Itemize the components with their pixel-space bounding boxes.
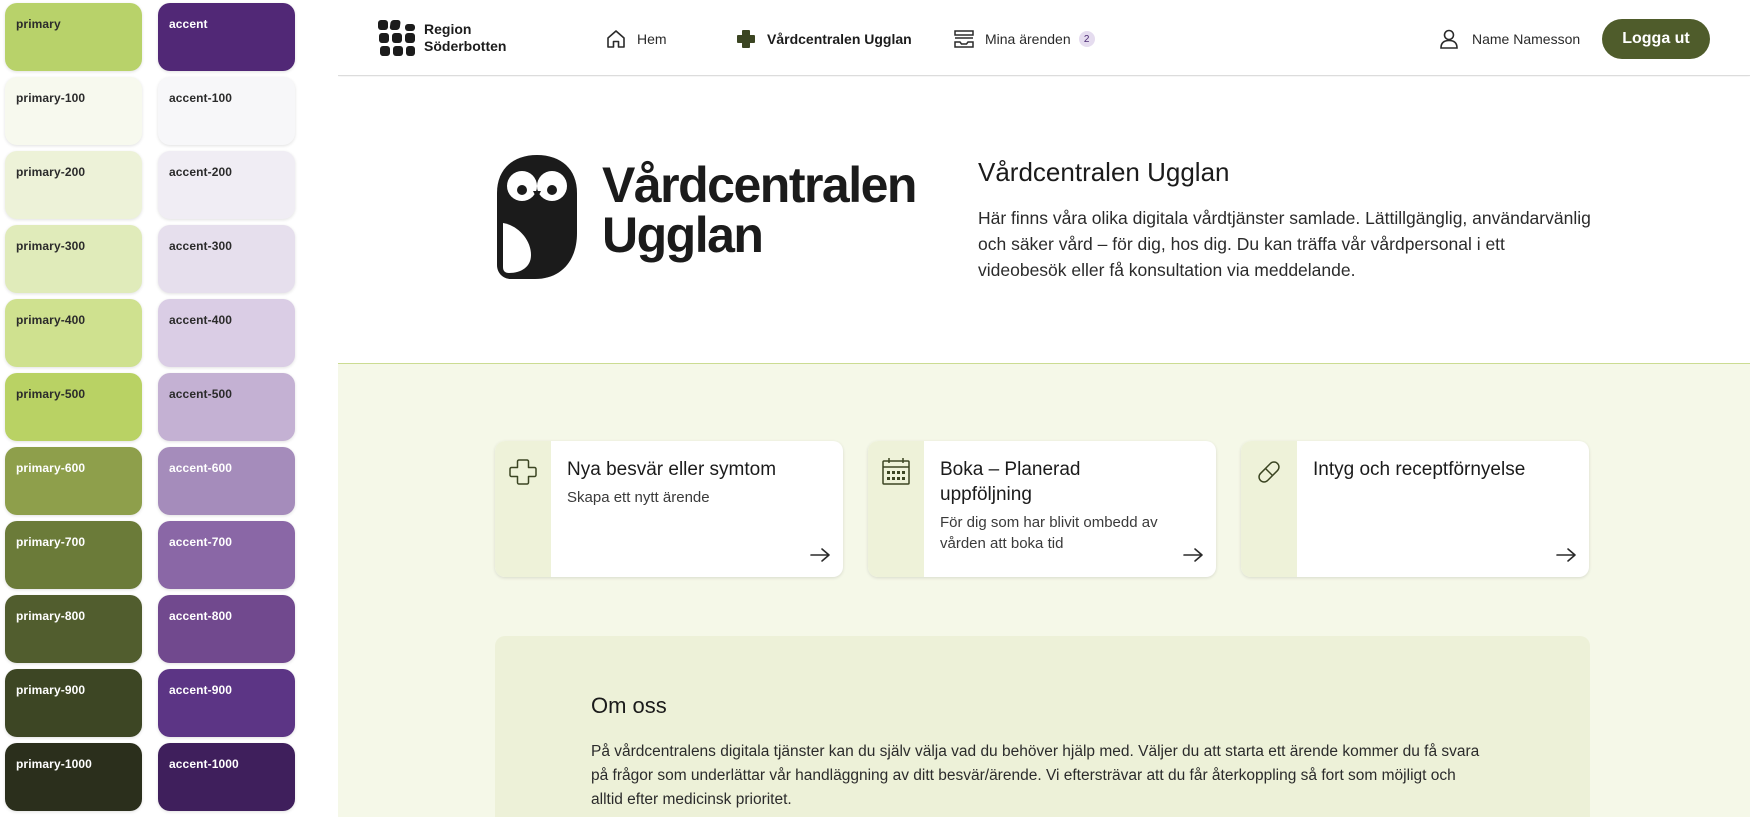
- swatch-label: accent-100: [169, 91, 233, 105]
- swatch-label: accent-1000: [169, 757, 239, 771]
- service-card-nya-besvar[interactable]: Nya besvär eller symtom Skapa ett nytt ä…: [495, 441, 843, 577]
- swatch-accent-300: accent-300: [158, 225, 295, 293]
- swatch-accent-200: accent-200: [158, 151, 295, 219]
- swatch-label: primary-700: [16, 535, 86, 549]
- medical-cross-icon: [509, 459, 537, 485]
- swatch-accent-600: accent-600: [158, 447, 295, 515]
- swatch-primary-100: primary-100: [5, 77, 142, 145]
- card-subtitle: Skapa ett nytt ärende: [567, 489, 710, 506]
- swatch-accent-900: accent-900: [158, 669, 295, 737]
- swatch-label: accent: [169, 17, 208, 31]
- swatch-label: primary-600: [16, 461, 86, 475]
- swatch-primary-300: primary-300: [5, 225, 142, 293]
- owl-logo-icon: [497, 155, 577, 279]
- swatch-accent-800: accent-800: [158, 595, 295, 663]
- card-title: Nya besvär eller symtom: [567, 459, 777, 480]
- swatch-label: primary-400: [16, 313, 86, 327]
- swatch-label: primary-1000: [16, 757, 92, 771]
- about-text: På vårdcentralens digitala tjänster kan …: [591, 743, 1480, 808]
- swatch-accent-100: accent-100: [158, 77, 295, 145]
- service-card-boka[interactable]: Boka – Planerad uppföljning För dig som …: [868, 441, 1216, 577]
- swatch-label: primary-900: [16, 683, 86, 697]
- cases-count-badge: 2: [1078, 31, 1095, 47]
- inbox-icon: [954, 30, 974, 48]
- swatch-primary-900: primary-900: [5, 669, 142, 737]
- nav-home-label: Hem: [637, 31, 667, 47]
- swatch-label: primary-800: [16, 609, 86, 623]
- swatch-label: accent-600: [169, 461, 233, 475]
- swatch-label: accent-900: [169, 683, 233, 697]
- card-subtitle: För dig som har blivit ombedd av vården …: [940, 514, 1158, 552]
- user-name: Name Namesson: [1472, 31, 1581, 47]
- brand-line-2: Ugglan: [602, 207, 764, 263]
- page-title: Vårdcentralen Ugglan: [978, 157, 1230, 187]
- logo-line-1: Region: [424, 21, 472, 37]
- swatch-primary-1000: primary-1000: [5, 743, 142, 811]
- region-logo-text: Region Söderbotten: [424, 21, 506, 55]
- swatch-label: primary-300: [16, 239, 86, 253]
- swatch-accent-1000: accent-1000: [158, 743, 295, 811]
- swatch-primary-600: primary-600: [5, 447, 142, 515]
- card-title: Boka – Planerad uppföljning: [940, 459, 1081, 505]
- arrow-right-icon: [1556, 548, 1576, 562]
- swatch-label: accent-700: [169, 535, 233, 549]
- arrow-right-icon: [1183, 548, 1203, 562]
- medical-cross-icon: [737, 30, 755, 48]
- swatch-accent-400: accent-400: [158, 299, 295, 367]
- swatch-label: accent-300: [169, 239, 233, 253]
- services-section: Nya besvär eller symtom Skapa ett nytt ä…: [338, 363, 1750, 817]
- swatch-label: primary: [16, 17, 61, 31]
- swatch-label: primary-100: [16, 91, 86, 105]
- nav-vardcentralen-label: Vårdcentralen Ugglan: [767, 31, 912, 47]
- swatch-label: primary-500: [16, 387, 86, 401]
- logout-button[interactable]: Logga ut: [1602, 19, 1710, 59]
- swatch-primary-500: primary-500: [5, 373, 142, 441]
- swatch-label: accent-400: [169, 313, 233, 327]
- nav-mina-arenden-label: Mina ärenden: [985, 31, 1071, 47]
- top-header: Region Söderbotten Hem Vårdcentralen Ugg…: [338, 0, 1750, 76]
- home-icon: [607, 30, 625, 48]
- hero-section: Vårdcentralen Ugglan Vårdcentralen Uggla…: [338, 77, 1750, 363]
- swatch-label: accent-200: [169, 165, 233, 179]
- nav-home[interactable]: Hem: [605, 26, 667, 52]
- nav-mina-arenden[interactable]: Mina ärenden 2: [953, 26, 1095, 52]
- card-title: Intyg och receptförnyelse: [1313, 459, 1526, 480]
- swatch-primary-700: primary-700: [5, 521, 142, 589]
- swatch-primary-200: primary-200: [5, 151, 142, 219]
- arrow-right-icon: [810, 548, 830, 562]
- region-logo-icon: [378, 20, 415, 56]
- hero-brand-wordmark: Vårdcentralen Ugglan: [602, 157, 917, 263]
- swatch-label: accent-500: [169, 387, 233, 401]
- swatch-primary: primary: [5, 3, 142, 71]
- nav-vardcentralen[interactable]: Vårdcentralen Ugglan: [735, 26, 912, 52]
- swatch-primary-800: primary-800: [5, 595, 142, 663]
- app-page: Region Söderbotten Hem Vårdcentralen Ugg…: [338, 0, 1750, 817]
- about-title: Om oss: [591, 693, 667, 718]
- about-section: Om oss På vårdcentralens digitala tjänst…: [495, 636, 1590, 817]
- swatch-primary-400: primary-400: [5, 299, 142, 367]
- swatch-accent-700: accent-700: [158, 521, 295, 589]
- swatch-label: accent-800: [169, 609, 233, 623]
- swatch-label: primary-200: [16, 165, 86, 179]
- calendar-icon: [882, 458, 910, 485]
- pill-icon: [1258, 461, 1280, 483]
- region-logo[interactable]: Region Söderbotten: [378, 19, 506, 57]
- color-palette: primary primary-100 primary-200 primary-…: [0, 0, 338, 817]
- swatch-accent: accent: [158, 3, 295, 71]
- service-card-intyg[interactable]: Intyg och receptförnyelse: [1241, 441, 1589, 577]
- swatch-accent-500: accent-500: [158, 373, 295, 441]
- hero-description: Här finns våra olika digitala vårdtjänst…: [978, 208, 1591, 280]
- logo-line-2: Söderbotten: [424, 38, 507, 54]
- user-profile[interactable]: Name Namesson: [1438, 26, 1580, 52]
- user-icon: [1440, 29, 1458, 49]
- brand-line-1: Vårdcentralen: [602, 157, 917, 213]
